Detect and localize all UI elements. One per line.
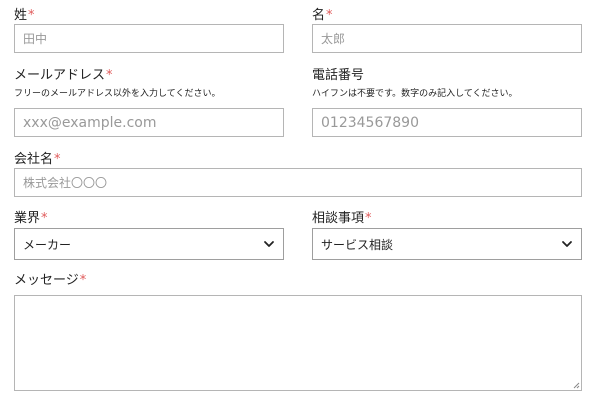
required-mark: * [106, 68, 113, 83]
message-textarea[interactable] [14, 295, 582, 391]
phone-label: 電話番号 [312, 68, 365, 83]
chevron-down-icon [562, 241, 572, 247]
last-name-field: 姓* 田中 [14, 8, 284, 53]
required-mark: * [54, 152, 61, 167]
required-mark: * [79, 273, 87, 288]
industry-select[interactable]: メーカー [14, 228, 284, 260]
phone-note: ハイフンは不要です。数字のみ記入してください。 [312, 89, 518, 99]
topic-label: 相談事項* [312, 211, 372, 226]
message-label: メッセージ* [14, 273, 87, 288]
topic-field: 相談事項* サービス相談 [312, 211, 582, 260]
topic-select[interactable]: サービス相談 [312, 228, 582, 260]
email-input[interactable]: xxx@example.com [14, 108, 284, 137]
required-mark: * [41, 211, 48, 226]
company-input[interactable]: 株式会社〇〇〇 [14, 168, 582, 197]
company-label: 会社名* [14, 152, 61, 167]
email-note: フリーのメールアドレス以外を入力してください。 [14, 89, 221, 99]
required-mark: * [326, 8, 333, 23]
chevron-down-icon [264, 241, 274, 247]
message-field: メッセージ* [14, 273, 582, 391]
last-name-input[interactable]: 田中 [14, 24, 284, 53]
required-mark: * [28, 8, 35, 23]
required-mark: * [365, 211, 372, 226]
phone-input[interactable]: 01234567890 [312, 108, 582, 137]
email-field: メールアドレス* フリーのメールアドレス以外を入力してください。 xxx@exa… [14, 68, 284, 137]
industry-field: 業界* メーカー [14, 211, 284, 260]
first-name-field: 名* 太郎 [312, 8, 582, 53]
topic-selected-value: サービス相談 [321, 237, 394, 252]
phone-field: 電話番号 ハイフンは不要です。数字のみ記入してください。 01234567890 [312, 68, 582, 137]
industry-label: 業界* [14, 211, 48, 226]
resize-grip-icon[interactable] [572, 381, 580, 389]
industry-selected-value: メーカー [23, 237, 72, 252]
email-label: メールアドレス* [14, 68, 113, 83]
first-name-input[interactable]: 太郎 [312, 24, 582, 53]
first-name-label: 名* [312, 8, 333, 23]
last-name-label: 姓* [14, 8, 35, 23]
company-field: 会社名* 株式会社〇〇〇 [14, 152, 582, 197]
